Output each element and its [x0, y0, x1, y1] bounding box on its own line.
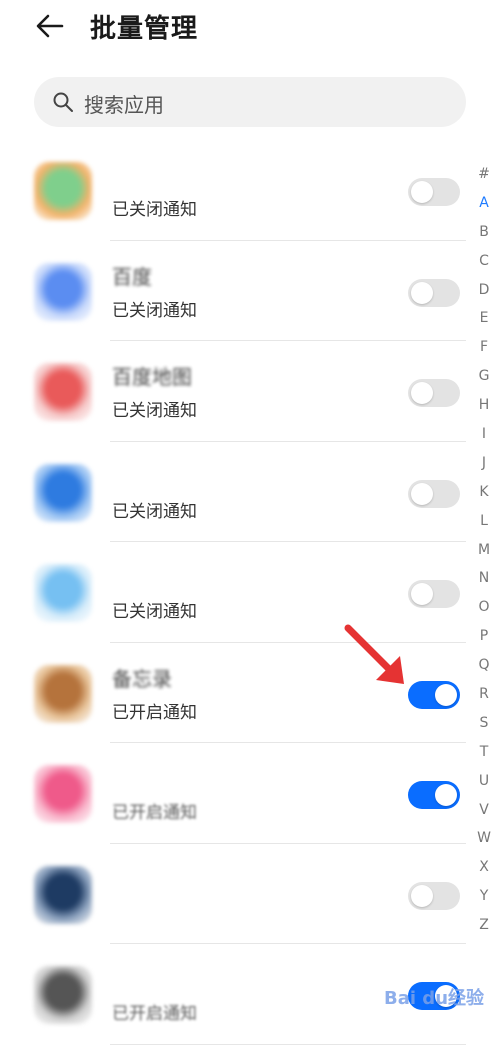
- index-letter[interactable]: J: [470, 449, 498, 478]
- notification-status: 已开启通知: [112, 1004, 197, 1024]
- toggle-knob: [435, 784, 457, 806]
- notification-toggle[interactable]: [408, 479, 460, 508]
- index-letter[interactable]: Y: [470, 882, 498, 911]
- index-letter[interactable]: H: [470, 391, 498, 420]
- app-icon: [34, 765, 92, 823]
- app-list: 已关闭通知 百度 已关闭通知 百度地图 已关闭通知 已关闭通知 已关闭通知 备忘录 已开启通知已…: [0, 140, 470, 1045]
- index-letter[interactable]: D: [470, 276, 498, 305]
- index-letter[interactable]: C: [470, 247, 498, 276]
- app-row: 百度 已关闭通知: [0, 241, 470, 341]
- index-letter[interactable]: P: [470, 622, 498, 651]
- notification-toggle[interactable]: [408, 379, 460, 407]
- notification-status: 已开启通知: [112, 803, 197, 823]
- notification-toggle[interactable]: [408, 881, 460, 910]
- index-letter[interactable]: L: [470, 507, 498, 536]
- app-row: 百度地图 已关闭通知: [0, 341, 470, 442]
- index-letter[interactable]: K: [470, 478, 498, 507]
- index-letter[interactable]: X: [470, 853, 498, 882]
- index-letter[interactable]: B: [470, 218, 498, 247]
- app-icon: [34, 865, 92, 924]
- index-letter[interactable]: O: [470, 593, 498, 622]
- notification-status: 已关闭通知: [112, 501, 197, 522]
- notification-status: 已关闭通知: [112, 300, 197, 321]
- notification-toggle[interactable]: [408, 178, 460, 206]
- toggle-knob: [411, 281, 433, 304]
- index-letter[interactable]: U: [470, 767, 498, 796]
- app-name: 百度地图: [112, 365, 192, 389]
- index-letter[interactable]: M: [470, 536, 498, 565]
- notification-toggle[interactable]: [408, 680, 460, 709]
- index-letter[interactable]: #: [470, 160, 498, 189]
- index-letter[interactable]: G: [470, 362, 498, 391]
- search-placeholder[interactable]: 搜索应用: [84, 89, 164, 118]
- app-icon: [34, 664, 92, 723]
- index-letter[interactable]: F: [470, 333, 498, 362]
- toggle-knob: [411, 181, 433, 203]
- red-arrow-annotation: [344, 624, 404, 684]
- toggle-knob: [411, 583, 433, 605]
- app-icon: [34, 463, 92, 522]
- page-title: 批量管理: [90, 14, 199, 44]
- notification-toggle[interactable]: [408, 278, 460, 307]
- app-row: 已关闭通知: [0, 442, 470, 542]
- index-letter[interactable]: Q: [470, 651, 498, 680]
- toggle-knob: [411, 382, 433, 404]
- notification-toggle[interactable]: [408, 580, 460, 608]
- notification-status: 已关闭通知: [112, 602, 197, 622]
- index-letter[interactable]: Z: [470, 911, 498, 940]
- search-bar[interactable]: 搜索应用: [34, 77, 466, 127]
- app-row: 已开启通知: [0, 743, 470, 844]
- index-letter[interactable]: W: [470, 824, 498, 853]
- index-letter[interactable]: E: [470, 304, 498, 333]
- index-letter[interactable]: V: [470, 796, 498, 825]
- watermark: Bai du经验: [384, 988, 485, 1009]
- divider: [110, 1043, 466, 1045]
- header: 批量管理: [0, 0, 500, 60]
- app-icon: [34, 262, 92, 321]
- search-icon: [52, 91, 74, 113]
- notification-status: 已开启通知: [112, 702, 197, 723]
- toggle-knob: [435, 683, 457, 706]
- index-letter[interactable]: N: [470, 564, 498, 593]
- toggle-knob: [411, 884, 433, 907]
- app-name: 备忘录: [112, 666, 172, 691]
- index-letter[interactable]: I: [470, 420, 498, 449]
- index-letter[interactable]: R: [470, 680, 498, 709]
- back-arrow-icon[interactable]: [34, 10, 66, 42]
- toggle-knob: [411, 482, 433, 505]
- index-letter[interactable]: T: [470, 738, 498, 767]
- alphabet-index[interactable]: # A B C D E F G H I J K L M N O P Q R S T U V W X Y Z: [470, 160, 498, 940]
- index-letter[interactable]: S: [470, 709, 498, 738]
- index-letter[interactable]: A: [470, 189, 498, 218]
- notification-status: 已关闭通知: [112, 401, 197, 421]
- app-icon: [34, 363, 92, 421]
- app-name: 百度: [112, 264, 152, 289]
- notification-status: 已关闭通知: [112, 200, 197, 220]
- app-icon: [34, 162, 92, 220]
- app-row: 已关闭通知: [0, 140, 470, 241]
- app-icon: [34, 966, 92, 1024]
- app-row: [0, 844, 470, 944]
- notification-toggle[interactable]: [408, 781, 460, 809]
- app-icon: [34, 564, 92, 622]
